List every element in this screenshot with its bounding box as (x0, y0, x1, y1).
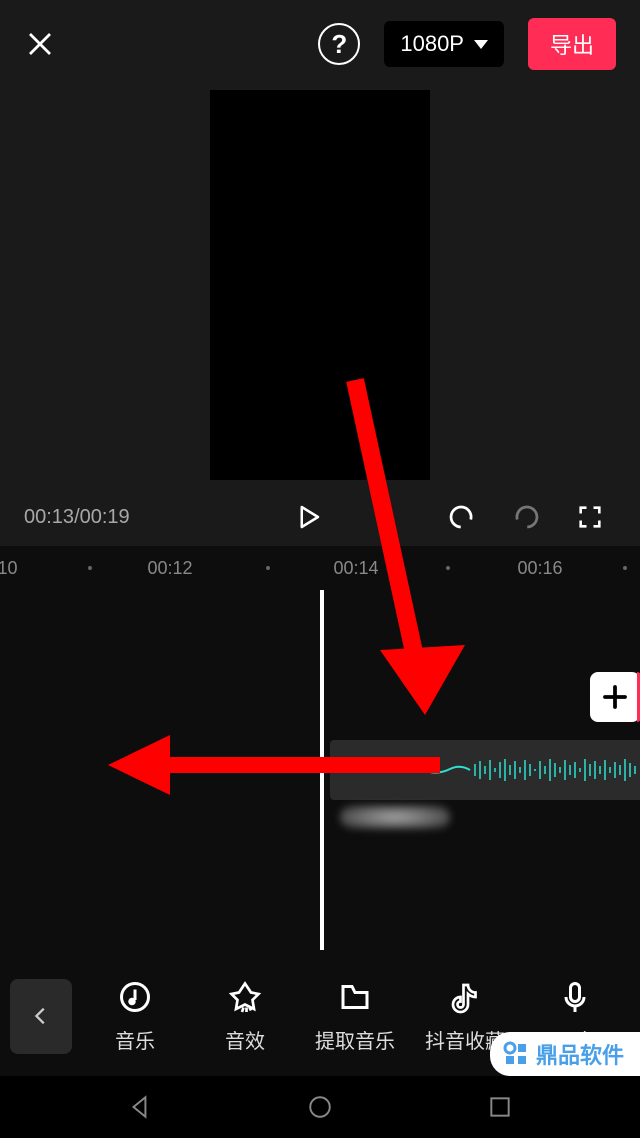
play-button[interactable] (282, 491, 334, 543)
resolution-label: 1080P (400, 31, 464, 57)
system-nav-bar (0, 1076, 640, 1138)
resolution-dropdown[interactable]: 1080P (384, 21, 504, 67)
timeline-ruler[interactable]: 0:10 00:12 00:14 00:16 (0, 546, 640, 590)
watermark-badge: 鼎品软件 (490, 1032, 640, 1076)
export-button[interactable]: 导出 (528, 18, 616, 70)
tool-label: 提取音乐 (315, 1025, 395, 1054)
audio-clip[interactable] (330, 740, 640, 800)
close-button[interactable] (24, 28, 56, 60)
add-clip-button[interactable] (590, 672, 640, 722)
nav-back-icon[interactable] (127, 1094, 153, 1120)
tool-sfx[interactable]: 音效 (195, 979, 295, 1054)
redo-button[interactable] (500, 491, 552, 543)
chevron-down-icon (474, 40, 488, 49)
nav-home-icon[interactable] (307, 1094, 333, 1120)
video-preview[interactable] (0, 88, 640, 488)
nav-recent-icon[interactable] (487, 1094, 513, 1120)
ruler-tick: 00:12 (147, 558, 192, 579)
ruler-dot (446, 566, 450, 570)
waveform-icon (330, 758, 640, 782)
tool-music[interactable]: 音乐 (85, 979, 185, 1054)
fullscreen-button[interactable] (564, 491, 616, 543)
timecode-display: 00:13/00:19 (24, 506, 130, 529)
playhead[interactable] (320, 590, 324, 950)
ruler-dot (623, 566, 627, 570)
tool-label: 音乐 (115, 1025, 155, 1054)
watermark-logo-icon (502, 1040, 530, 1068)
help-icon[interactable]: ? (318, 23, 360, 65)
ruler-tick: 00:14 (333, 558, 378, 579)
ruler-dot (88, 566, 92, 570)
undo-button[interactable] (436, 491, 488, 543)
ruler-tick: 0:10 (0, 558, 18, 579)
tool-extract[interactable]: 提取音乐 (305, 979, 405, 1054)
ruler-dot (266, 566, 270, 570)
video-canvas (210, 90, 430, 480)
ruler-tick: 00:16 (517, 558, 562, 579)
back-button[interactable] (10, 979, 72, 1054)
tool-label: 音效 (225, 1025, 265, 1054)
audio-clip-label (340, 805, 450, 829)
timeline[interactable]: 0:10 00:12 00:14 00:16 (0, 546, 640, 956)
